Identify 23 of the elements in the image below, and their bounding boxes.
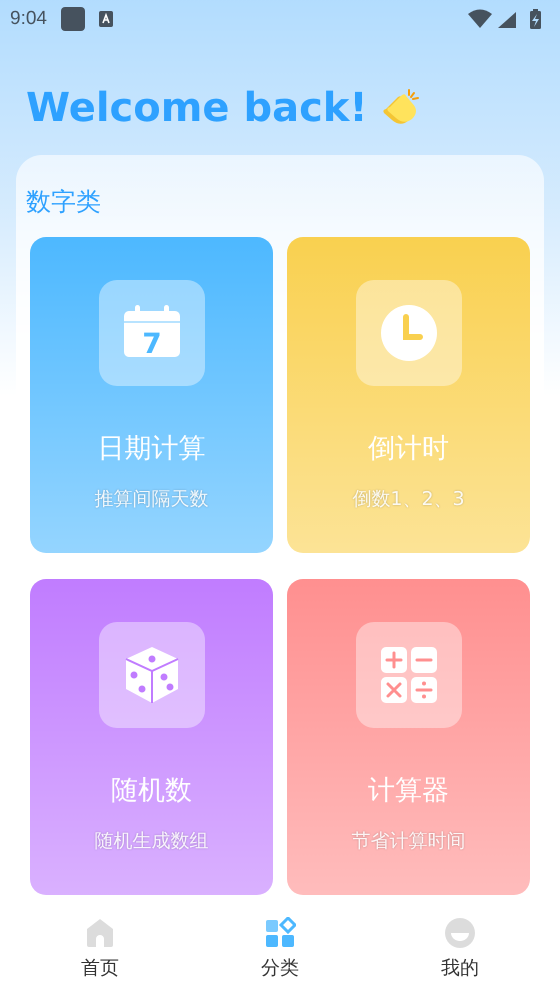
keyboard-icon	[98, 11, 113, 27]
home-icon	[84, 917, 116, 949]
nav-tab[interactable]: 分类	[200, 895, 360, 995]
card-subtitle: 节省计算时间	[352, 829, 466, 854]
card-subtitle: 随机生成数组	[94, 829, 208, 854]
nav-tab[interactable]: 我的	[380, 895, 540, 995]
tool-card[interactable]: 计算器 节省计算时间	[287, 579, 530, 895]
nav-tab[interactable]: 首页	[20, 895, 180, 995]
tool-card[interactable]: 倒计时 倒数1、2、3	[287, 237, 530, 553]
card-title: 日期计算	[98, 432, 206, 466]
welcome-title: Welcome back!	[26, 85, 368, 131]
app-icon	[60, 7, 85, 31]
status-time: 9:04	[10, 8, 47, 30]
card-title: 计算器	[368, 774, 449, 808]
section-title: 数字类	[26, 186, 102, 218]
profile-icon	[444, 917, 476, 949]
category-icon	[264, 917, 296, 949]
tool-card[interactable]: 随机数 随机生成数组	[30, 579, 273, 895]
tool-card[interactable]: 7 日期计算 推算间隔天数	[30, 237, 273, 553]
card-title: 随机数	[111, 774, 192, 808]
card-subtitle: 推算间隔天数	[94, 487, 208, 512]
card-title: 倒计时	[368, 432, 449, 466]
card-subtitle: 倒数1、2、3	[352, 487, 465, 512]
